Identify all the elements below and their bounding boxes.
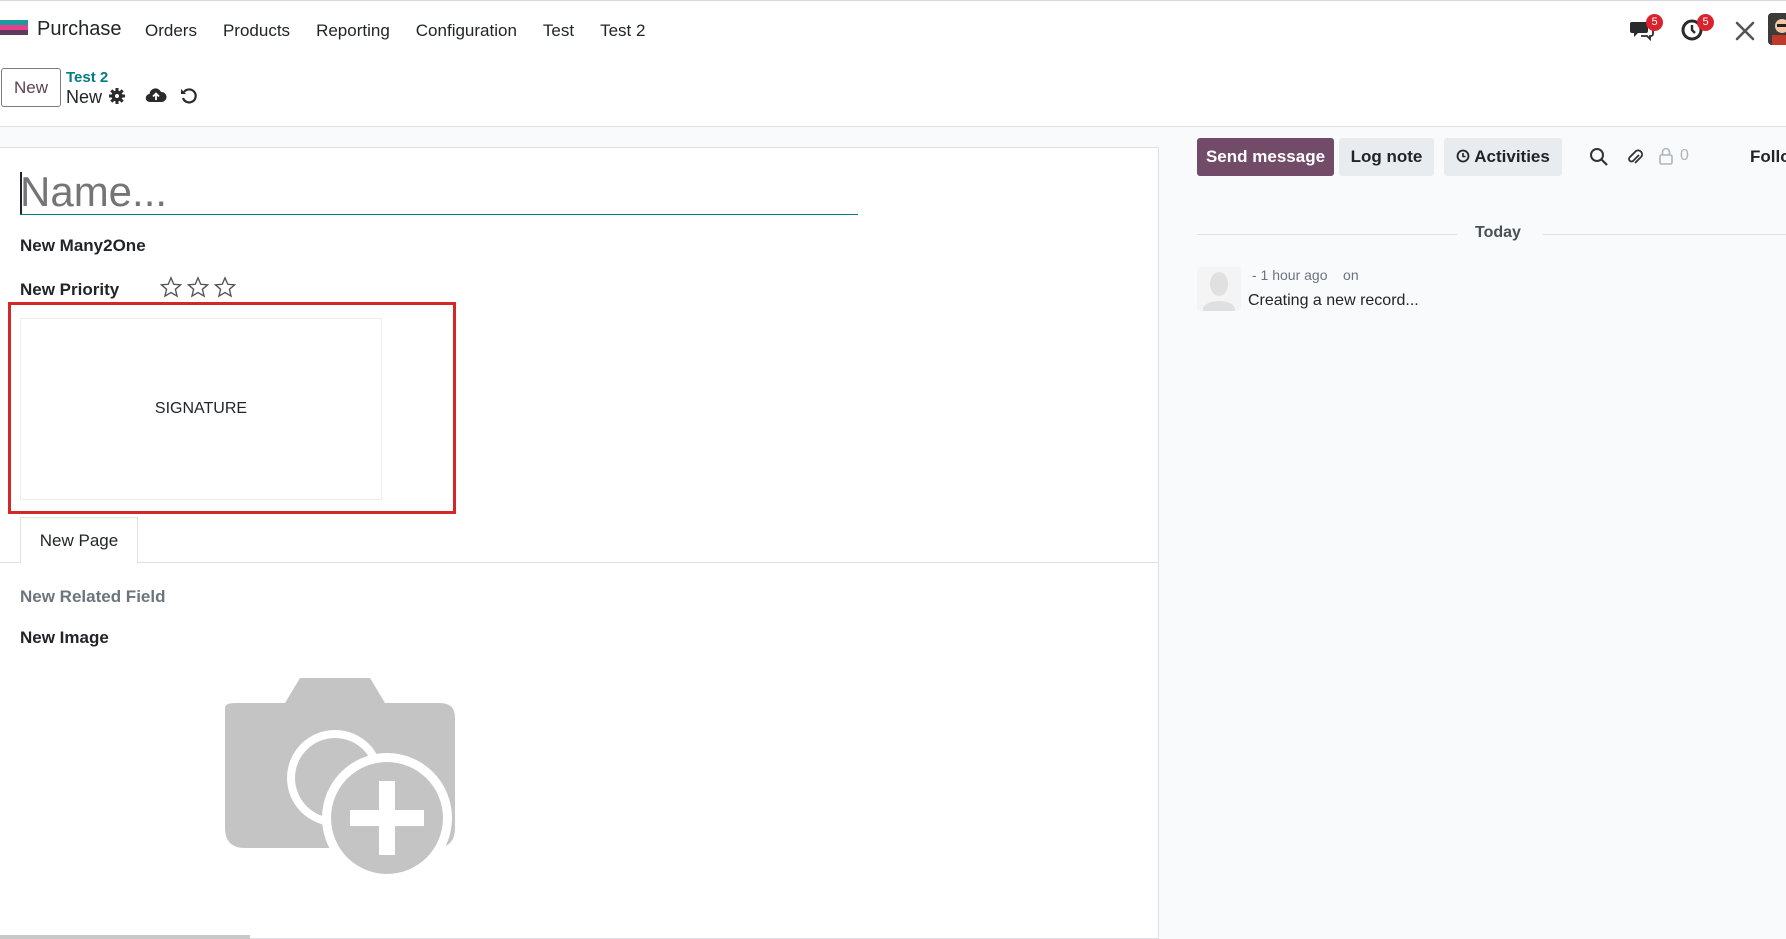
date-separator: Today: [1475, 224, 1521, 241]
app-logo-icon[interactable]: [0, 20, 28, 40]
many2one-label: New Many2One: [20, 236, 146, 255]
top-navbar: Purchase Orders Products Reporting Confi…: [0, 0, 1786, 59]
clock-icon[interactable]: 5: [1680, 14, 1714, 45]
tools-icon[interactable]: [1734, 20, 1762, 48]
breadcrumb-current: New: [66, 87, 103, 107]
app-name[interactable]: Purchase: [37, 18, 122, 41]
log-note-button[interactable]: Log note: [1339, 138, 1434, 176]
menu-item-reporting[interactable]: Reporting: [316, 21, 390, 41]
image-field-label: New Image: [20, 628, 109, 647]
name-input[interactable]: [20, 170, 858, 215]
camera-plus-icon[interactable]: [215, 678, 455, 893]
follower-count[interactable]: 0: [1680, 147, 1689, 165]
search-icon[interactable]: [1589, 147, 1609, 167]
new-button[interactable]: New: [1, 68, 61, 107]
lock-icon[interactable]: [1658, 147, 1678, 167]
menu-item-test-2[interactable]: Test 2: [600, 21, 645, 41]
form-sheet: New Many2One New Priority SIGNATURE New …: [0, 147, 1159, 939]
signature-highlight-frame: [8, 302, 456, 514]
star-icon[interactable]: [214, 276, 236, 298]
star-icon[interactable]: [187, 276, 209, 298]
breadcrumb-parent[interactable]: Test 2: [66, 69, 108, 86]
message-meta: - 1 hour ago on: [1252, 267, 1359, 283]
priority-label: New Priority: [20, 280, 120, 299]
user-avatar[interactable]: [1768, 13, 1786, 45]
priority-stars: [160, 276, 236, 298]
send-message-button[interactable]: Send message: [1197, 138, 1334, 176]
activities-button[interactable]: Activities: [1444, 138, 1562, 176]
star-icon[interactable]: [160, 276, 182, 298]
follow-button[interactable]: Follo: [1750, 147, 1786, 167]
paperclip-icon[interactable]: [1625, 147, 1645, 167]
menu-item-configuration[interactable]: Configuration: [416, 21, 517, 41]
messages-badge: 5: [1646, 14, 1663, 31]
discard-icon[interactable]: [180, 87, 200, 107]
activities-label: Activities: [1474, 147, 1550, 166]
notebook-tab-strip: [0, 562, 1158, 563]
menu-item-test[interactable]: Test: [543, 21, 574, 41]
chatter-panel: Send message Log note Activities 0 Follo…: [1160, 127, 1786, 939]
cloud-upload-icon[interactable]: [145, 86, 167, 106]
horizontal-scrollbar[interactable]: [0, 935, 250, 939]
related-field-label: New Related Field: [20, 587, 166, 606]
main-menu: Orders Products Reporting Configuration …: [145, 21, 671, 41]
date-separator-line: [1543, 234, 1786, 235]
message-author-avatar[interactable]: [1197, 267, 1241, 311]
menu-item-products[interactable]: Products: [223, 21, 290, 41]
message-body: Creating a new record...: [1248, 292, 1419, 309]
menu-item-orders[interactable]: Orders: [145, 21, 197, 41]
gear-icon[interactable]: [108, 87, 128, 107]
clock-icon: [1456, 149, 1470, 163]
date-separator-line: [1197, 234, 1457, 235]
text-cursor: [20, 172, 22, 214]
activities-badge: 5: [1697, 14, 1714, 31]
tab-new-page[interactable]: New Page: [20, 517, 138, 564]
chat-bubbles-icon[interactable]: 5: [1629, 14, 1663, 45]
control-panel: New Test 2 New: [0, 58, 1786, 127]
